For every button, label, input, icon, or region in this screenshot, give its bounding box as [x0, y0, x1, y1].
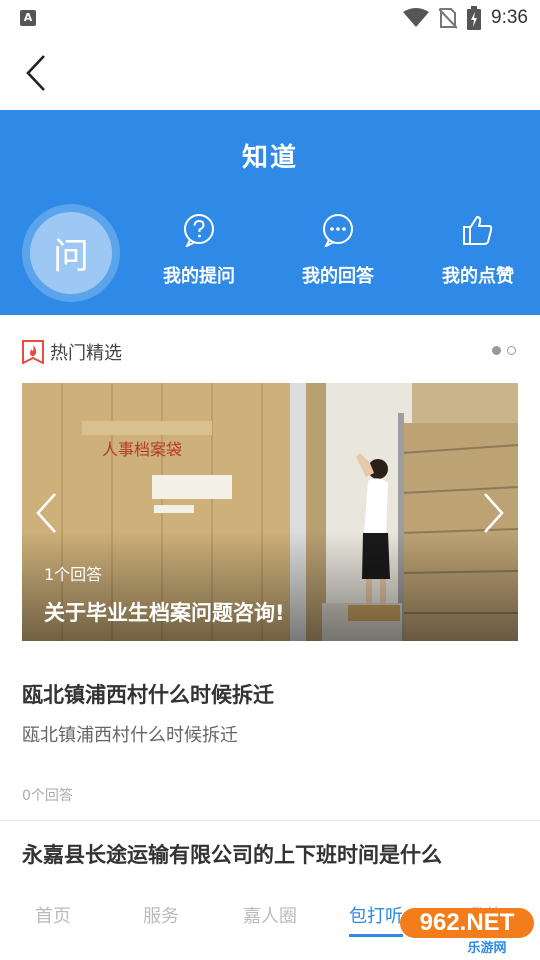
banner-answer-count: 1个回答 [44, 565, 103, 584]
question-title[interactable]: 永嘉县长途运输有限公司的上下班时间是什么 [22, 839, 442, 869]
my-likes-label: 我的点赞 [442, 266, 514, 287]
watermark-number: 962.NET [400, 908, 534, 938]
flame-badge-icon [22, 340, 44, 364]
featured-title: 热门精选 [50, 343, 122, 364]
status-icons: 9:36 [403, 4, 528, 32]
carousel-dot [507, 346, 516, 355]
chevron-left-icon [26, 55, 45, 91]
site-watermark: 962.NET 乐游网 [400, 908, 534, 958]
my-answers-button[interactable]: 我的回答 [283, 210, 393, 288]
no-sim-icon [439, 8, 458, 29]
active-tab-indicator [349, 934, 403, 937]
chat-dots-icon [323, 214, 353, 247]
carousel-prev-button[interactable] [28, 489, 64, 537]
question-bubble-icon [184, 214, 214, 247]
my-questions-label: 我的提问 [163, 266, 235, 287]
tab-home[interactable]: 首页 [8, 902, 98, 928]
my-likes-button[interactable]: 我的点赞 [423, 210, 533, 288]
question-title[interactable]: 瓯北镇浦西村什么时候拆迁 [22, 679, 274, 709]
knowledge-header: 知道 问 我的提问 我的回答 我的点赞 [0, 110, 540, 315]
battery-charging-icon [467, 6, 482, 30]
tab-jiaren-circle[interactable]: 嘉人圈 [225, 902, 315, 928]
carousel-dot-active [492, 346, 501, 355]
back-button[interactable] [14, 48, 58, 98]
notification-a-icon: A [20, 10, 36, 26]
featured-banner[interactable]: 人事档案袋 1个回答 关于毕业生档案问题咨询! [22, 383, 518, 641]
tab-services[interactable]: 服务 [116, 902, 206, 928]
chevron-right-icon [484, 493, 504, 533]
question-description: 瓯北镇浦西村什么时候拆迁 [22, 725, 238, 746]
page-title: 知道 [241, 143, 298, 173]
my-questions-button[interactable]: 我的提问 [144, 210, 254, 288]
banner-title: 关于毕业生档案问题咨询! [44, 601, 285, 625]
my-answers-label: 我的回答 [302, 266, 374, 287]
carousel-indicator [492, 346, 516, 355]
carousel-next-button[interactable] [476, 489, 512, 537]
featured-section-header: 热门精选 [22, 338, 520, 366]
question-answer-count: 0个回答 [22, 788, 73, 804]
clock: 9:36 [491, 7, 528, 28]
chevron-left-icon [36, 493, 56, 533]
thumbs-up-icon [463, 215, 493, 245]
watermark-text: 乐游网 [440, 940, 534, 958]
wifi-icon [403, 8, 430, 27]
status-bar: A 9:36 [0, 0, 540, 36]
ask-question-button[interactable]: 问 [22, 204, 120, 302]
list-divider [0, 820, 540, 821]
ask-label: 问 [30, 212, 112, 294]
nav-bar [0, 36, 540, 110]
archive-bag-label: 人事档案袋 [102, 440, 182, 459]
